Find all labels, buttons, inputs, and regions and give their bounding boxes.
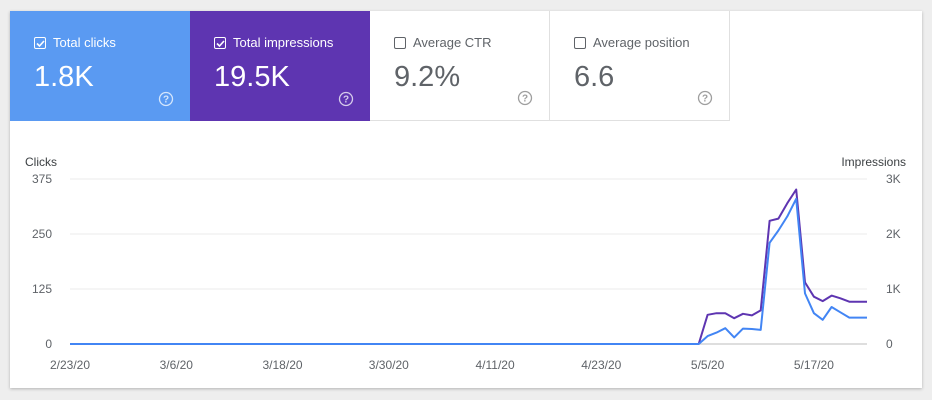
- x-tick-label: 5/17/20: [794, 358, 834, 372]
- performance-chart: Clicks Impressions 375 250 125 0 3K 2K 1K 0 2/…: [25, 155, 906, 372]
- x-tick-label: 4/11/20: [475, 358, 514, 372]
- x-axis-ticks: 2/23/20 3/6/20 3/18/20 3/30/20 4/11/20 4/23/2…: [50, 358, 834, 372]
- performance-card: Total clicks 1.8K ? Total impressions 19…: [10, 11, 922, 388]
- series-line-clicks: [70, 197, 867, 345]
- x-tick-label: 5/5/20: [691, 358, 725, 372]
- x-tick-label: 4/23/20: [581, 358, 621, 372]
- metric-value: 1.8K: [34, 61, 94, 93]
- checkbox-icon[interactable]: [574, 36, 586, 49]
- help-icon[interactable]: ?: [338, 91, 354, 107]
- y-axis-ticks-right: 3K 2K 1K 0: [886, 172, 901, 351]
- x-tick-label: 3/6/20: [160, 358, 194, 372]
- y-tick-label-left: 0: [45, 337, 52, 351]
- help-icon[interactable]: ?: [517, 90, 533, 106]
- y-tick-label-left: 125: [32, 282, 52, 296]
- y-axis-ticks-left: 375 250 125 0: [32, 172, 52, 351]
- chart-series: [70, 188, 867, 345]
- checkbox-icon[interactable]: [34, 36, 46, 49]
- y-tick-label-right: 1K: [886, 282, 901, 296]
- metric-average-ctr[interactable]: Average CTR 9.2% ?: [370, 11, 550, 121]
- metric-tabs: Total clicks 1.8K ? Total impressions 19…: [10, 11, 730, 121]
- y-tick-label-right: 2K: [886, 227, 901, 241]
- help-icon[interactable]: ?: [697, 90, 713, 106]
- chart-gridlines: [70, 178, 867, 345]
- metric-label: Total impressions: [233, 35, 334, 50]
- y-axis-label-right: Impressions: [841, 155, 906, 169]
- svg-text:?: ?: [343, 95, 349, 106]
- svg-text:?: ?: [163, 95, 169, 106]
- y-tick-label-right: 3K: [886, 172, 901, 186]
- metric-label: Average CTR: [413, 35, 492, 50]
- checkbox-icon[interactable]: [394, 36, 406, 49]
- x-tick-label: 3/30/20: [369, 358, 409, 372]
- metric-label: Average position: [593, 35, 690, 50]
- metric-average-position[interactable]: Average position 6.6 ?: [550, 11, 730, 121]
- series-line-impressions: [70, 188, 867, 345]
- y-tick-label-left: 375: [32, 172, 52, 186]
- x-tick-label: 2/23/20: [50, 358, 90, 372]
- y-tick-label-left: 250: [32, 227, 52, 241]
- svg-text:?: ?: [522, 94, 528, 105]
- metric-value: 9.2%: [394, 61, 461, 93]
- help-icon[interactable]: ?: [158, 91, 174, 107]
- y-tick-label-right: 0: [886, 337, 893, 351]
- svg-text:?: ?: [702, 94, 708, 105]
- metric-label: Total clicks: [53, 35, 116, 50]
- x-tick-label: 3/18/20: [263, 358, 303, 372]
- metric-total-impressions[interactable]: Total impressions 19.5K ?: [190, 11, 370, 121]
- checkbox-icon[interactable]: [214, 36, 226, 49]
- metric-total-clicks[interactable]: Total clicks 1.8K ?: [10, 11, 190, 121]
- metric-value: 6.6: [574, 61, 615, 93]
- y-axis-label-left: Clicks: [25, 155, 57, 169]
- metric-value: 19.5K: [214, 61, 290, 93]
